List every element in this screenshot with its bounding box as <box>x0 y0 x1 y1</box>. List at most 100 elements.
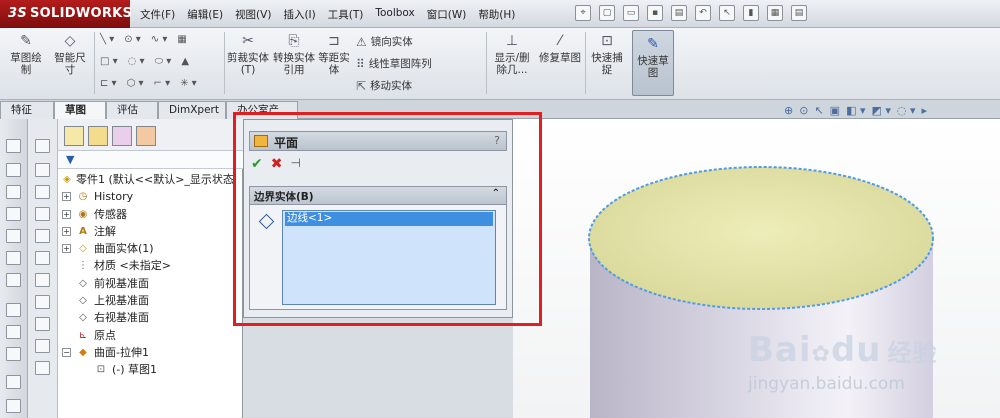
relation-icon[interactable] <box>6 347 21 361</box>
new-document-icon[interactable]: ▢ <box>599 5 615 21</box>
menu-help[interactable]: 帮助(H) <box>478 7 515 22</box>
smart-dimension-button[interactable]: ◇ 智能尺寸 <box>50 32 90 76</box>
view-orientation-icon[interactable]: ◧ ▾ <box>846 104 865 117</box>
surface-loft-icon[interactable] <box>35 185 50 199</box>
grid-icon[interactable] <box>35 139 50 153</box>
cylinder-top-edge[interactable] <box>588 166 934 310</box>
text-icon[interactable]: ✳ ▾ <box>180 78 197 89</box>
thicken-icon[interactable] <box>35 273 50 287</box>
spline-icon[interactable]: ∿ ▾ <box>151 34 168 45</box>
point-grid-icon[interactable]: ▦ <box>177 34 186 45</box>
tab-evaluate[interactable]: 评估 <box>106 101 158 119</box>
tree-item-front-plane[interactable]: ◇ 前视基准面 <box>58 275 243 292</box>
previous-view-icon[interactable]: ↖ <box>814 104 823 117</box>
offset-surface-icon[interactable] <box>35 317 50 331</box>
selected-edge-item[interactable]: 边线<1> <box>285 212 493 226</box>
display-style-icon[interactable]: ◩ ▾ <box>871 104 890 117</box>
plane-tool-icon[interactable]: ▲ <box>181 56 189 67</box>
fill-surface-icon[interactable] <box>35 361 50 375</box>
tree-item-origin[interactable]: ⊾ 原点 <box>58 327 243 344</box>
trim-entities-button[interactable]: ✂ 剪裁实体(T) <box>226 32 270 76</box>
pin-icon[interactable]: ⌖ <box>575 5 591 21</box>
repair-sketch-button[interactable]: ⁄ 修复草图 <box>538 32 582 64</box>
expand-icon[interactable]: + <box>62 192 71 202</box>
move-entities-button[interactable]: ⇱ 移动实体 <box>356 78 412 93</box>
collapse-chevron-icon[interactable]: ⌃ <box>492 188 500 199</box>
undo-icon[interactable]: ↶ <box>695 5 711 21</box>
zoom-to-fit-icon[interactable]: ⊕ <box>784 104 793 117</box>
menu-file[interactable]: 文件(F) <box>140 7 175 22</box>
tab-sketch[interactable]: 草图 <box>54 101 106 120</box>
tree-filter[interactable]: ▼ <box>58 151 243 169</box>
group-header[interactable]: 边界实体(B) ⌃ <box>250 187 506 205</box>
options-icon[interactable]: ▦ <box>767 5 783 21</box>
fillet-icon[interactable]: ⌐ ▾ <box>154 78 171 89</box>
smart-dim-icon[interactable] <box>6 325 21 339</box>
boundary-icon[interactable] <box>6 229 21 243</box>
mirror-entities-button[interactable]: ⚠ 镜向实体 <box>356 34 413 49</box>
polygon-icon[interactable]: ⬡ ▾ <box>127 78 144 89</box>
loft-icon[interactable] <box>6 207 21 221</box>
circle-icon[interactable]: ⊙ ▾ <box>124 34 141 45</box>
rapid-snaps-button[interactable]: ⊡ 快速捕捉 <box>587 32 627 76</box>
menu-window[interactable]: 窗口(W) <box>427 7 467 22</box>
rapid-sketch-button[interactable]: ✎ 快速草图 <box>632 30 674 96</box>
save-icon[interactable]: ▪ <box>647 5 663 21</box>
extrude-icon[interactable] <box>6 139 21 153</box>
display-delete-relations-button[interactable]: ⊥ 显示/删除几... <box>490 32 534 76</box>
help-button[interactable]: ? <box>494 134 500 147</box>
menu-view[interactable]: 视图(V) <box>235 7 271 22</box>
tree-item-surface-extrude[interactable]: − ◆ 曲面-拉伸1 <box>58 344 243 361</box>
linear-pattern-button[interactable]: ⠿ 线性草图阵列 <box>356 56 432 71</box>
expand-icon[interactable]: + <box>62 209 71 219</box>
arc-icon[interactable]: ◌ ▾ <box>128 56 145 67</box>
sketch-button[interactable]: ✎ 草图绘制 <box>6 32 46 76</box>
expand-icon[interactable]: + <box>62 226 71 236</box>
configuration-tab-icon[interactable] <box>112 126 132 146</box>
boundary-selection-list[interactable]: 边线<1> <box>282 210 496 305</box>
line-icon[interactable]: ╲ ▾ <box>100 34 114 45</box>
zoom-area-icon[interactable]: ⊙ <box>799 104 808 117</box>
delete-face-icon[interactable] <box>35 295 50 309</box>
extend-surface-icon[interactable] <box>35 251 50 265</box>
tree-item-sensors[interactable]: + ◉ 传感器 <box>58 206 243 223</box>
rectangle-icon[interactable]: □ ▾ <box>100 56 118 67</box>
convert-entities-button[interactable]: ⎘ 转换实体引用 <box>272 32 316 76</box>
rebuild-icon[interactable]: ▮ <box>743 5 759 21</box>
feature-tree-tab-icon[interactable] <box>64 126 84 146</box>
expand-icon[interactable]: + <box>62 244 71 254</box>
ellipse-icon[interactable]: ⬭ ▾ <box>155 56 172 67</box>
menu-toolbox[interactable]: Toolbox <box>375 7 414 22</box>
options-list-icon[interactable]: ▤ <box>791 5 807 21</box>
offset-entities-button[interactable]: ⊐ 等距实体 <box>318 32 350 76</box>
tab-features[interactable]: 特征 <box>0 101 54 119</box>
pushpin-icon[interactable]: ⊣ <box>290 156 300 172</box>
revolve-icon[interactable] <box>6 163 21 177</box>
cut-icon[interactable] <box>6 251 21 265</box>
sketch-line-icon[interactable] <box>6 303 21 317</box>
knit-icon[interactable] <box>35 207 50 221</box>
sweep-icon[interactable] <box>6 185 21 199</box>
more-icon[interactable]: ▸ <box>922 104 928 117</box>
print-icon[interactable]: ▤ <box>671 5 687 21</box>
ruled-surface-icon[interactable] <box>35 339 50 353</box>
cancel-x-icon[interactable]: ✖ <box>271 156 283 172</box>
property-manager-tab-icon[interactable] <box>88 126 108 146</box>
tree-item-right-plane[interactable]: ◇ 右视基准面 <box>58 309 243 326</box>
display-manager-tab-icon[interactable] <box>136 126 156 146</box>
fillet-feature-icon[interactable] <box>6 273 21 287</box>
tree-item-top-plane[interactable]: ◇ 上视基准面 <box>58 292 243 309</box>
tree-item-material[interactable]: ⋮ 材质 <未指定> <box>58 257 243 274</box>
surface-icon[interactable] <box>35 163 50 177</box>
hide-show-icon[interactable]: ◌ ▾ <box>897 104 916 117</box>
collapse-icon[interactable]: − <box>62 347 71 357</box>
menu-tools[interactable]: 工具(T) <box>328 7 364 22</box>
tab-office-products[interactable]: 办公室产品 <box>226 101 298 133</box>
view-icon[interactable] <box>6 375 21 389</box>
select-icon[interactable]: ↖ <box>719 5 735 21</box>
tab-dimxpert[interactable]: DimXpert <box>158 101 226 119</box>
open-icon[interactable]: ▭ <box>623 5 639 21</box>
menu-insert[interactable]: 插入(I) <box>283 7 315 22</box>
tree-item-history[interactable]: + ◷ History <box>58 188 243 205</box>
menu-edit[interactable]: 编辑(E) <box>187 7 223 22</box>
